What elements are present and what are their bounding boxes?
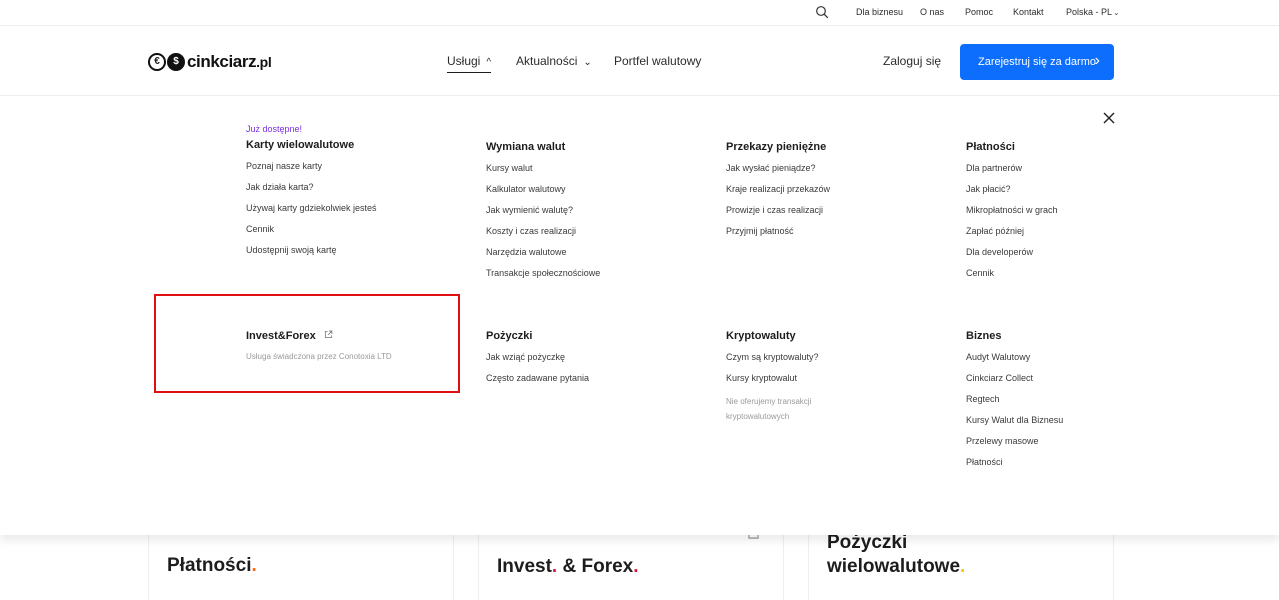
menu-section-payments: Płatności Dla partnerów Jak płacić? Mikr… xyxy=(966,141,1186,289)
card-title-dot: . xyxy=(251,555,257,576)
menu-link[interactable]: Jak płacić? xyxy=(966,184,1186,205)
login-link[interactable]: Zaloguj się xyxy=(883,54,941,68)
menu-link[interactable]: Cinkciarz Collect xyxy=(966,373,1186,394)
topbar-link-contact[interactable]: Kontakt xyxy=(1013,7,1044,17)
menu-link[interactable]: Często zadawane pytania xyxy=(486,373,706,394)
section-title-payments[interactable]: Płatności xyxy=(966,141,1186,153)
menu-section-exchange: Wymiana walut Kursy walut Kalkulator wal… xyxy=(486,141,706,289)
logo-name: cinkciarz xyxy=(187,52,257,71)
menu-link[interactable]: Płatności xyxy=(966,457,1186,478)
chevron-right-icon: › xyxy=(1094,52,1100,69)
euro-coin-icon: € xyxy=(148,53,166,71)
section-title-transfers[interactable]: Przekazy pieniężne xyxy=(726,141,946,153)
menu-link[interactable]: Przelewy masowe xyxy=(966,436,1186,457)
section-title-business[interactable]: Biznes xyxy=(966,330,1186,342)
card-title: Pożyczki wielowalutowe. xyxy=(827,531,965,579)
menu-link[interactable]: Audyt Walutowy xyxy=(966,352,1186,373)
menu-link[interactable]: Kursy walut xyxy=(486,163,706,184)
language-selector[interactable]: Polska - PL⌄ xyxy=(1066,7,1120,17)
invest-forex-label: Invest&Forex xyxy=(246,330,316,342)
menu-link[interactable]: Zapłać później xyxy=(966,226,1186,247)
menu-link[interactable]: Kalkulator walutowy xyxy=(486,184,706,205)
invest-forex-provider-note: Usługa świadczona przez Conotoxia LTD xyxy=(246,352,392,361)
product-cards: Płatności. Invest. & Forex. Pożyczki wiel… xyxy=(0,528,1279,600)
section-title-invest-forex[interactable]: Invest&Forex xyxy=(246,330,466,342)
nav-news[interactable]: Aktualności ⌄ xyxy=(516,54,592,68)
card-title-dot: . xyxy=(551,556,558,577)
menu-link[interactable]: Regtech xyxy=(966,394,1186,415)
chevron-down-icon: ⌄ xyxy=(583,57,592,68)
menu-link[interactable]: Dla developerów xyxy=(966,247,1186,268)
menu-section-crypto: Kryptowaluty Czym są kryptowaluty? Kursy… xyxy=(726,330,946,424)
search-icon[interactable] xyxy=(815,5,829,19)
menu-link[interactable]: Koszty i czas realizacji xyxy=(486,226,706,247)
crypto-disclaimer: Nie oferujemy transakcji kryptowalutowyc… xyxy=(726,397,812,421)
menu-link[interactable]: Poznaj nasze karty xyxy=(246,161,466,182)
logo-wordmark: cinkciarz.pl xyxy=(187,52,272,72)
cinkciarz-logo[interactable]: € $ cinkciarz.pl xyxy=(148,50,272,74)
services-mega-menu: Już dostępne! Karty wielowalutowe Poznaj… xyxy=(0,96,1279,535)
nav-news-label: Aktualności xyxy=(516,54,578,68)
menu-link[interactable]: Jak wysłać pieniądze? xyxy=(726,163,946,184)
menu-link[interactable]: Prowizje i czas realizacji xyxy=(726,205,946,226)
logo-tld: .pl xyxy=(256,54,272,70)
nav-services[interactable]: Usługi ^ xyxy=(447,54,492,73)
menu-link[interactable]: Cennik xyxy=(966,268,1186,289)
menu-section-business: Biznes Audyt Walutowy Cinkciarz Collect … xyxy=(966,330,1186,478)
menu-section-invest-forex: Invest&Forex Usługa świadczona przez Con… xyxy=(246,330,466,361)
dollar-coin-icon: $ xyxy=(167,53,185,71)
card-title: Invest. & Forex. xyxy=(497,555,639,579)
section-title-cards[interactable]: Karty wielowalutowe xyxy=(246,139,466,151)
card-title: Płatności. xyxy=(167,554,257,578)
topbar-link-about[interactable]: O nas xyxy=(920,7,944,17)
card-title-dot: . xyxy=(633,556,639,577)
close-icon[interactable] xyxy=(1102,111,1116,125)
card-title-text: Pożyczki xyxy=(827,532,908,553)
chevron-down-icon: ⌄ xyxy=(1113,8,1120,17)
section-title-exchange[interactable]: Wymiana walut xyxy=(486,141,706,153)
nav-services-label: Usługi xyxy=(447,54,481,68)
topbar-link-business[interactable]: Dla biznesu xyxy=(856,7,903,17)
nav-wallet[interactable]: Portfel walutowy xyxy=(614,54,701,68)
top-utility-bar: Dla biznesu O nas Pomoc Kontakt Polska -… xyxy=(0,0,1279,26)
language-label: Polska - PL xyxy=(1066,7,1113,17)
menu-section-transfers: Przekazy pieniężne Jak wysłać pieniądze?… xyxy=(726,141,946,247)
card-multicurrency-loans[interactable]: Pożyczki wielowalutowe. xyxy=(808,532,1114,600)
menu-section-loans: Pożyczki Jak wziąć pożyczkę Często zadaw… xyxy=(486,330,706,394)
card-title-text: Invest xyxy=(497,556,552,577)
menu-link[interactable]: Kraje realizacji przekazów xyxy=(726,184,946,205)
topbar-link-help[interactable]: Pomoc xyxy=(965,7,993,17)
card-invest-forex[interactable]: Invest. & Forex. xyxy=(478,528,784,600)
card-title-text: Płatności xyxy=(167,555,252,576)
menu-link[interactable]: Kursy Walut dla Biznesu xyxy=(966,415,1186,436)
menu-link[interactable]: Jak wziąć pożyczkę xyxy=(486,352,706,373)
card-title-dot: . xyxy=(960,556,966,577)
section-title-loans[interactable]: Pożyczki xyxy=(486,330,706,342)
menu-link[interactable]: Kursy kryptowalut xyxy=(726,373,946,394)
card-payments[interactable]: Płatności. xyxy=(148,535,454,600)
menu-link[interactable]: Narzędzia walutowe xyxy=(486,247,706,268)
register-button[interactable]: Zarejestruj się za darmo › xyxy=(960,44,1114,80)
card-title-text: & Forex xyxy=(562,556,634,577)
new-badge: Już dostępne! xyxy=(246,124,303,134)
external-link-icon xyxy=(324,330,333,339)
menu-link[interactable]: Cennik xyxy=(246,224,466,245)
menu-link[interactable]: Czym są kryptowaluty? xyxy=(726,352,946,373)
menu-link[interactable]: Jak działa karta? xyxy=(246,182,466,203)
menu-link[interactable]: Dla partnerów xyxy=(966,163,1186,184)
menu-link[interactable]: Jak wymienić walutę? xyxy=(486,205,706,226)
main-header: € $ cinkciarz.pl Usługi ^ Aktualności ⌄ Po… xyxy=(0,27,1279,96)
section-title-crypto[interactable]: Kryptowaluty xyxy=(726,330,946,342)
menu-link[interactable]: Przyjmij płatność xyxy=(726,226,946,247)
card-title-text: wielowalutowe xyxy=(827,556,961,577)
register-button-label: Zarejestruj się za darmo xyxy=(978,56,1096,68)
menu-link[interactable]: Transakcje społecznościowe xyxy=(486,268,706,289)
menu-link[interactable]: Mikropłatności w grach xyxy=(966,205,1186,226)
menu-section-cards: Już dostępne! Karty wielowalutowe Poznaj… xyxy=(246,124,466,266)
menu-link[interactable]: Używaj karty gdziekolwiek jesteś xyxy=(246,203,466,224)
chevron-up-icon: ^ xyxy=(486,57,492,68)
menu-link[interactable]: Udostępnij swoją kartę xyxy=(246,245,466,266)
